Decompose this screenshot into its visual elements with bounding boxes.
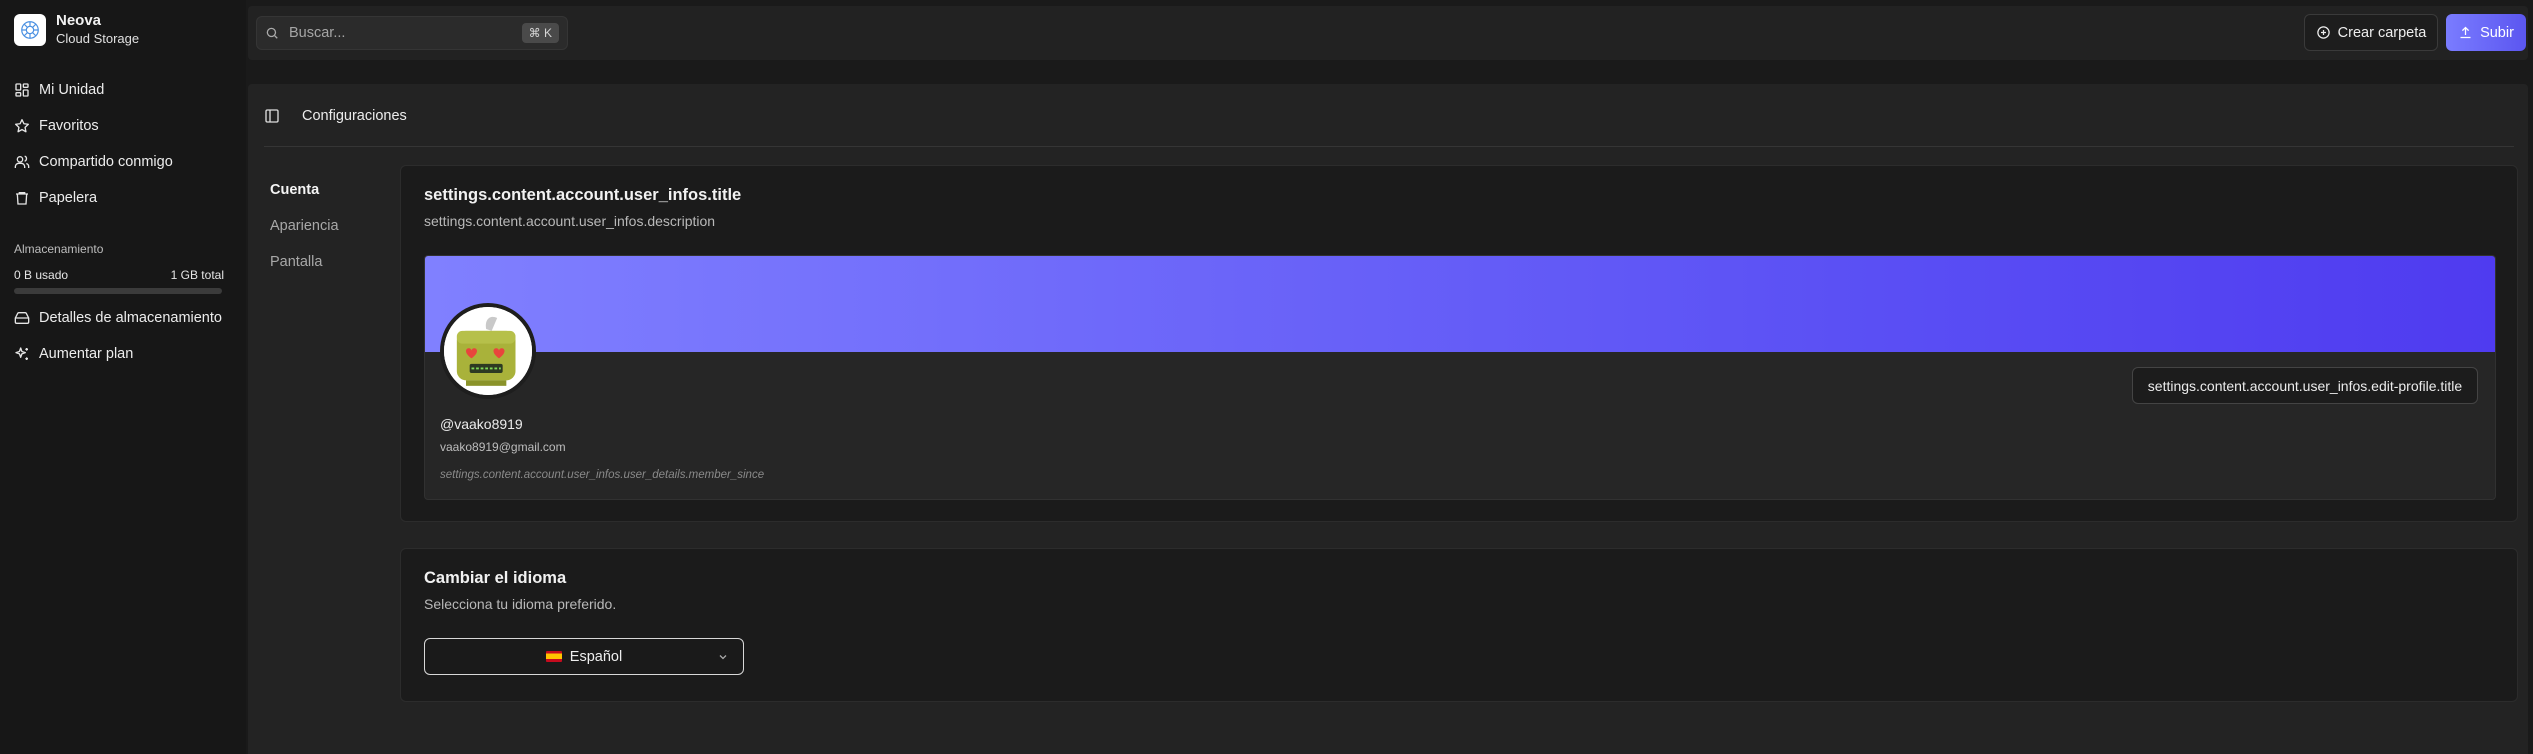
profile-banner [425,256,2495,352]
sidebar: Neova Cloud Storage Mi Unidad Favoritos … [0,0,246,754]
main-content: Configuraciones Cuenta Apariencia Pantal… [248,84,2528,754]
search-shortcut-badge: ⌘ K [521,23,559,43]
sidebar-item-upgrade-plan[interactable]: Aumentar plan [14,336,234,372]
account-card-title: settings.content.account.user_infos.titl… [424,186,742,204]
search-box[interactable]: ⌘ K [256,16,568,50]
sidebar-nav: Mi Unidad Favoritos Compartido conmigo P… [14,72,234,216]
brand-subtitle: Cloud Storage [56,31,140,46]
search-input[interactable] [289,25,522,41]
page-header: Configuraciones [264,108,407,124]
create-folder-button[interactable]: Crear carpeta [2304,14,2438,51]
language-selected-value: Español [569,648,623,665]
plus-circle-icon [2316,26,2330,39]
settings-tabs: Cuenta Apariencia Pantalla [270,172,339,280]
grid-icon [15,83,29,97]
storage-progress-bar [14,288,222,294]
profile-member-since: settings.content.account.user_infos.user… [440,469,765,481]
tab-pantalla[interactable]: Pantalla [270,244,339,280]
language-card-description: Selecciona tu idioma preferido. [424,596,617,612]
sidebar-toggle-icon[interactable] [264,108,280,124]
sidebar-item-compartido[interactable]: Compartido conmigo [14,144,234,180]
account-card: settings.content.account.user_infos.titl… [400,165,2518,522]
upload-button[interactable]: Subir [2446,14,2526,51]
sidebar-item-label: Mi Unidad [39,82,105,98]
create-folder-label: Crear carpeta [2337,24,2427,41]
storage-used: 0 B usado [14,268,69,282]
profile-email: vaako8919@gmail.com [440,440,566,454]
chevron-down-icon [719,655,727,660]
page-title: Configuraciones [302,108,407,124]
edit-profile-button[interactable]: settings.content.account.user_infos.edit… [2132,367,2478,404]
hard-drive-icon [14,312,30,324]
tab-apariencia[interactable]: Apariencia [270,208,339,244]
sparkles-icon [15,347,28,360]
language-select[interactable]: Español [424,638,744,675]
sidebar-item-papelera[interactable]: Papelera [14,180,234,216]
storage-widget: Almacenamiento 0 B usado 1 GB total [14,242,224,294]
users-icon [14,155,30,168]
storage-title: Almacenamiento [14,242,104,256]
sidebar-item-storage-details[interactable]: Detalles de almacenamiento [14,300,234,336]
brand[interactable]: Neova Cloud Storage [14,12,139,48]
sidebar-secondary-nav: Detalles de almacenamiento Aumentar plan [14,300,234,372]
robot-avatar-icon [444,307,532,395]
upload-icon [2460,26,2471,39]
upload-label: Subir [2480,24,2514,41]
account-card-description: settings.content.account.user_infos.desc… [424,213,716,229]
app-root: Neova Cloud Storage Mi Unidad Favoritos … [0,0,2533,754]
storage-total: 1 GB total [170,268,224,282]
topbar: ⌘ K Crear carpeta Subir [248,6,2528,60]
sidebar-item-label: Compartido conmigo [39,154,173,170]
search-icon [266,27,278,39]
profile-username: @vaako8919 [440,416,523,432]
sidebar-item-label: Favoritos [39,118,99,134]
sidebar-item-label: Papelera [39,190,98,206]
sidebar-item-mi-unidad[interactable]: Mi Unidad [14,72,234,108]
header-divider [264,146,2514,147]
trash-icon [16,192,28,205]
spain-flag-icon [545,651,562,662]
sidebar-item-favoritos[interactable]: Favoritos [14,108,234,144]
profile-panel: settings.content.account.user_infos.edit… [424,255,2496,500]
sidebar-item-label: Detalles de almacenamiento [39,310,222,326]
avatar[interactable] [440,303,536,399]
language-card: Cambiar el idioma Selecciona tu idioma p… [400,548,2518,702]
tab-cuenta[interactable]: Cuenta [270,172,339,208]
brand-name: Neova [56,12,102,29]
logo-icon [14,14,46,46]
sidebar-item-label: Aumentar plan [39,346,134,362]
star-icon [15,119,29,133]
language-card-title: Cambiar el idioma [424,569,567,587]
